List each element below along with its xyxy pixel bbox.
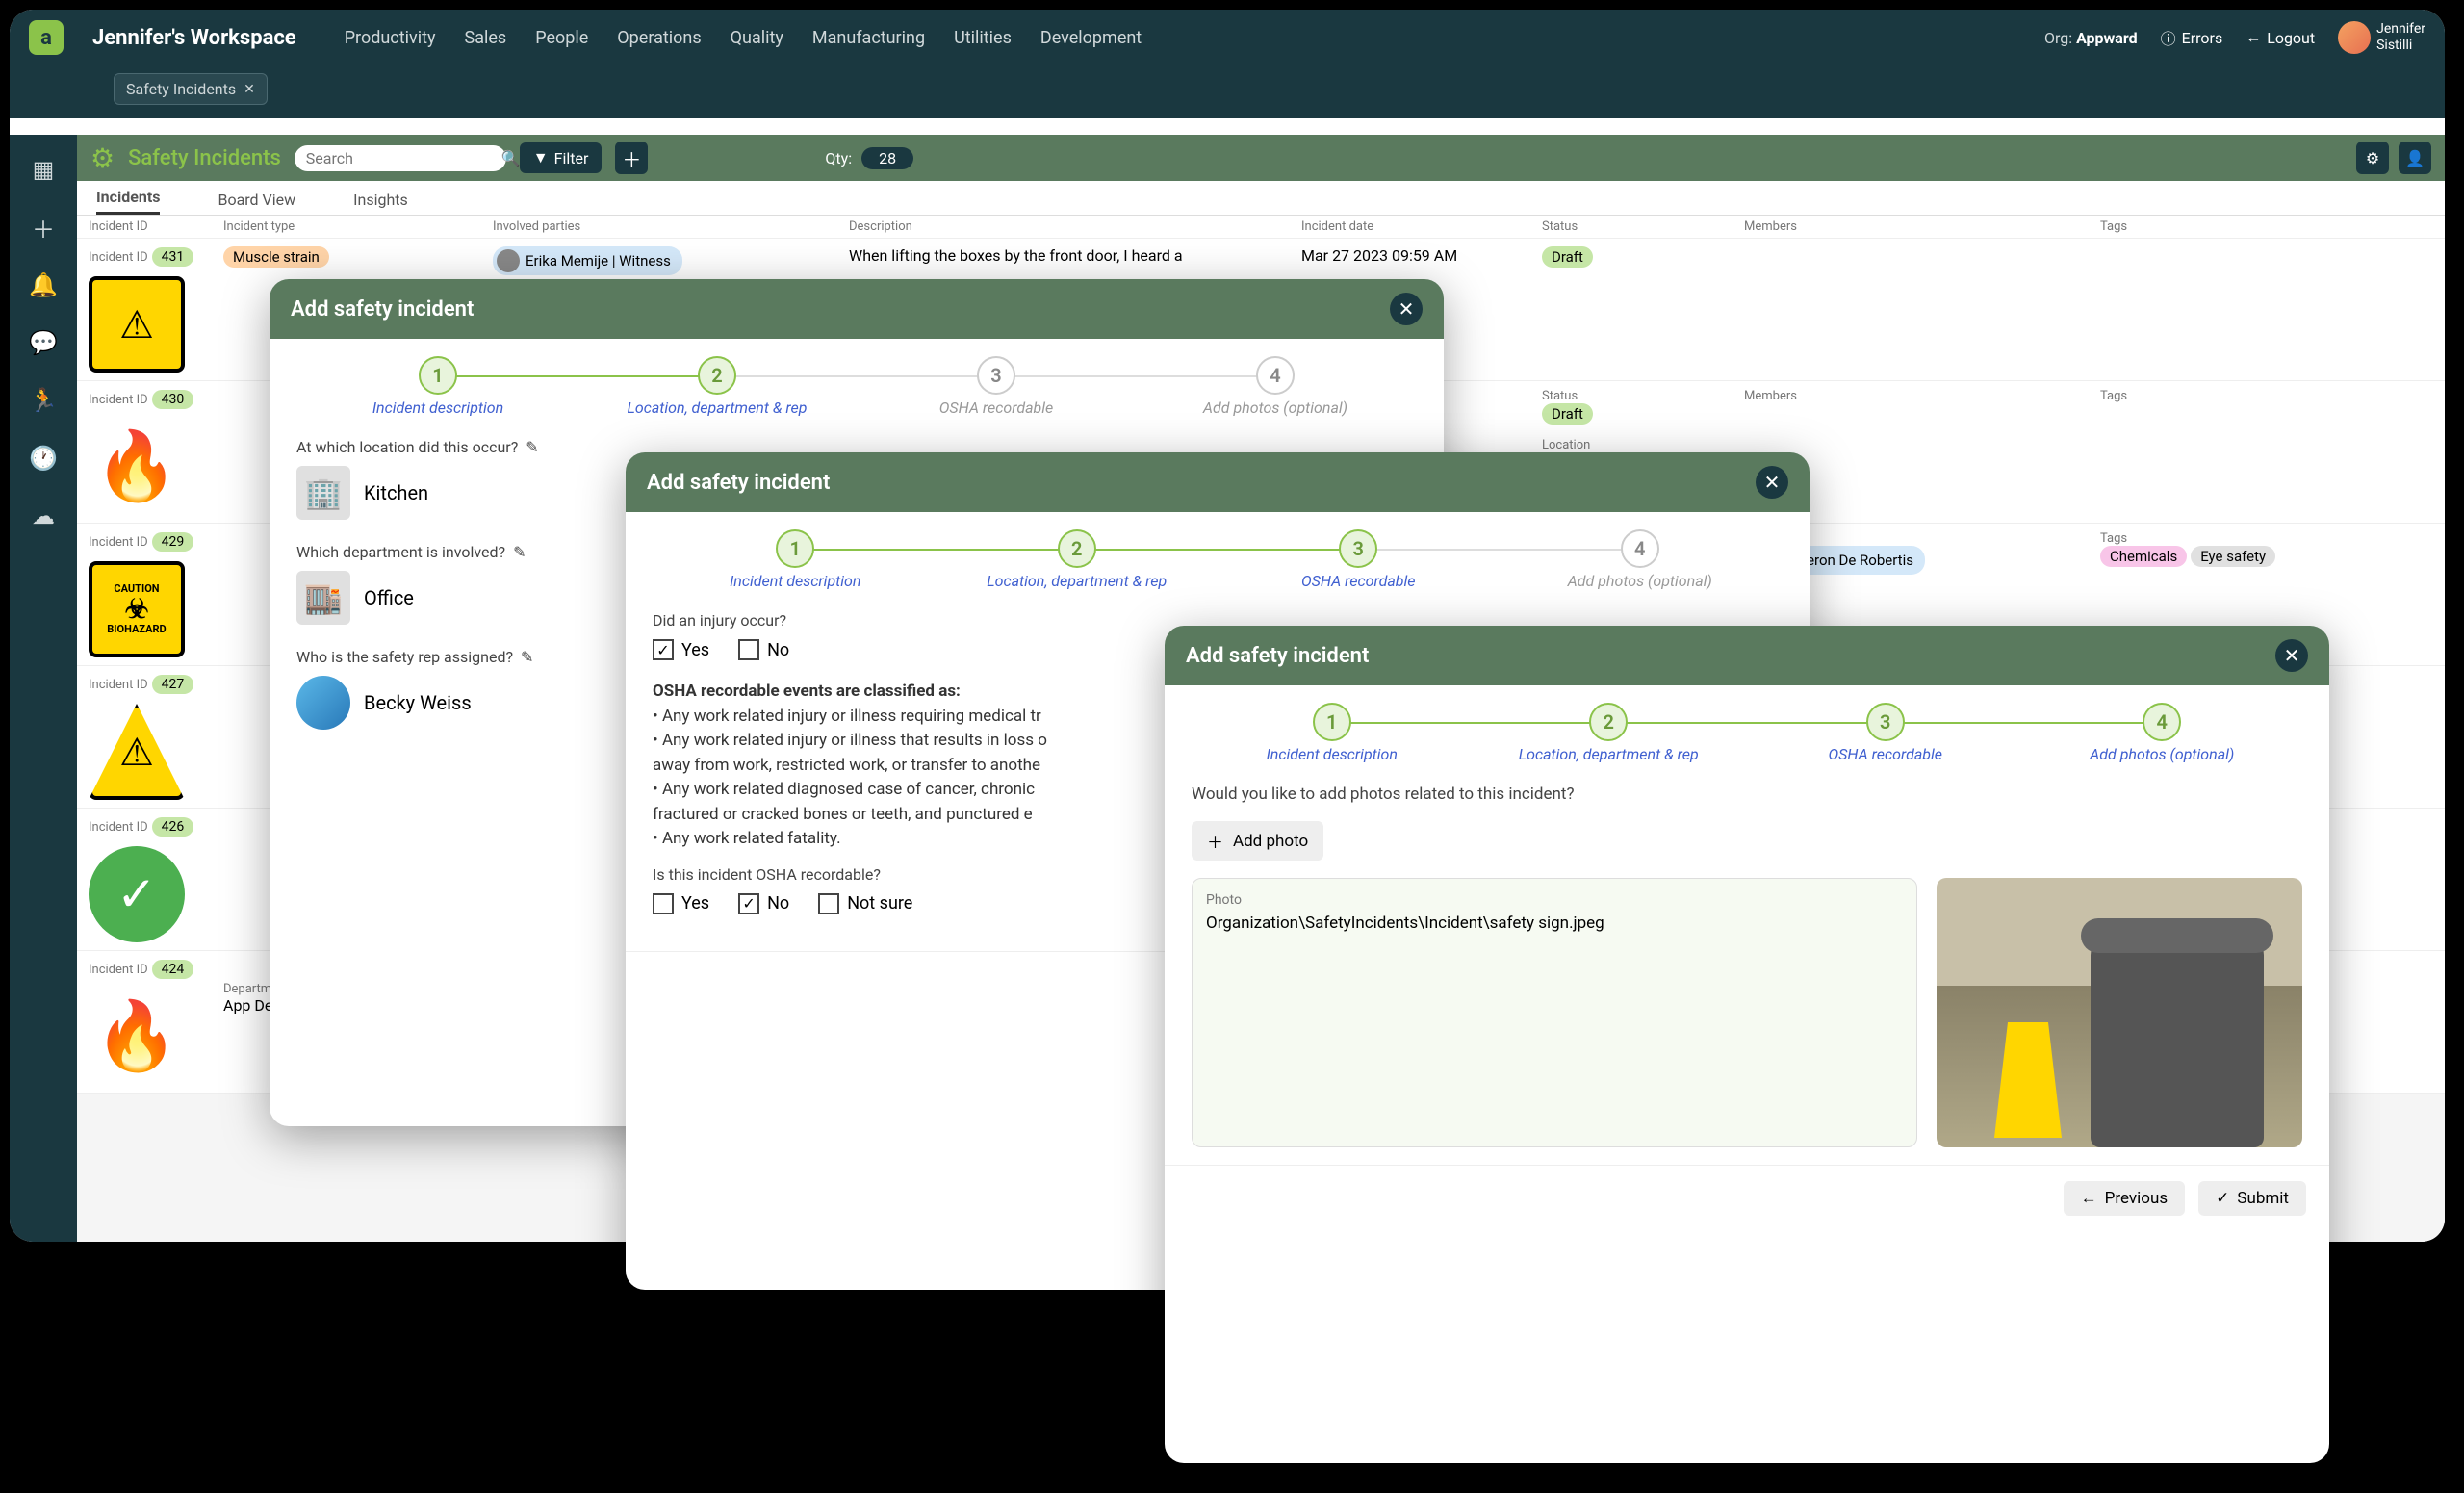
breadcrumb-bar: Safety Incidents ✕ xyxy=(10,65,2445,118)
errors-button[interactable]: ⓘErrors xyxy=(2161,26,2223,49)
edit-icon[interactable]: ✎ xyxy=(513,543,526,561)
photo-card[interactable]: Photo Organization\SafetyIncidents\Incid… xyxy=(1192,878,1917,1147)
filter-icon: ▼ xyxy=(533,148,549,167)
qty: Qty: 28 xyxy=(825,147,913,169)
bell-icon[interactable]: 🔔 xyxy=(28,270,59,300)
building-icon: 🏢 xyxy=(296,466,350,520)
rep-avatar xyxy=(296,676,350,730)
trash-can-icon xyxy=(2091,936,2264,1147)
office-icon: 🏬 xyxy=(296,571,350,625)
submit-button[interactable]: ✓Submit xyxy=(2198,1181,2306,1216)
check-icon: ✓ xyxy=(2216,1189,2229,1208)
settings-button[interactable]: ⚙ xyxy=(2356,142,2389,174)
stepper: 1 2 3 4 xyxy=(270,339,1444,399)
sidebar: ▦ ＋ 🔔 💬 🏃 🕐 ☁ xyxy=(10,135,77,1242)
cloud-icon[interactable]: ☁ xyxy=(28,501,59,531)
search-icon[interactable]: 🔍 xyxy=(501,149,521,167)
user-button[interactable]: 👤 xyxy=(2399,142,2431,174)
user-menu[interactable]: JenniferSistilli xyxy=(2338,21,2426,54)
checkbox-no[interactable] xyxy=(738,639,759,660)
clock-icon[interactable]: 🕐 xyxy=(28,443,59,474)
tabs: Incidents Board View Insights xyxy=(77,181,2445,216)
edit-icon[interactable]: ✎ xyxy=(521,648,533,666)
tab-board[interactable]: Board View xyxy=(218,191,295,215)
toolbar-title: Safety Incidents xyxy=(128,146,281,170)
modal-header: Add safety incident ✕ xyxy=(1165,626,2329,685)
close-icon[interactable]: ✕ xyxy=(244,82,255,97)
hazard-lifting-icon: ⚠ xyxy=(89,276,185,373)
back-icon: ← xyxy=(2246,28,2261,47)
gear-icon[interactable]: ⚙ xyxy=(90,142,115,174)
nav-manufacturing[interactable]: Manufacturing xyxy=(812,28,925,48)
checkbox-osha-yes[interactable] xyxy=(653,893,674,914)
hazard-safety-icon: ✓ xyxy=(89,846,185,942)
edit-icon[interactable]: ✎ xyxy=(526,438,538,456)
logo-icon[interactable]: a xyxy=(29,20,64,55)
topbar: a Jennifer's Workspace Productivity Sale… xyxy=(10,10,2445,65)
checkbox-yes[interactable]: ✓ xyxy=(653,639,674,660)
logout-button[interactable]: ←Logout xyxy=(2246,28,2315,47)
modal-header: Add safety incident ✕ xyxy=(626,452,1810,512)
search-box[interactable]: 🔍 xyxy=(295,145,506,171)
avatar xyxy=(2338,21,2371,54)
nav-utilities[interactable]: Utilities xyxy=(954,28,1012,48)
tab-incidents[interactable]: Incidents xyxy=(96,188,160,215)
photo-preview xyxy=(1937,878,2302,1147)
close-button[interactable]: ✕ xyxy=(2275,639,2308,672)
apps-icon[interactable]: ▦ xyxy=(28,154,59,185)
breadcrumb-chip[interactable]: Safety Incidents ✕ xyxy=(114,73,268,105)
wet-floor-sign-icon xyxy=(1994,1022,2062,1138)
nav-people[interactable]: People xyxy=(535,28,588,48)
hazard-slip-icon: ⚠ xyxy=(89,704,185,800)
filter-button[interactable]: ▼Filter xyxy=(520,142,603,173)
search-input[interactable] xyxy=(306,149,501,167)
hazard-fire-icon: 🔥 xyxy=(89,989,185,1085)
org-name: Appward xyxy=(2076,29,2138,47)
nav-operations[interactable]: Operations xyxy=(617,28,701,48)
modal-header: Add safety incident ✕ xyxy=(270,279,1444,339)
list-header: Incident ID Incident type Involved parti… xyxy=(77,216,2445,239)
hazard-fire-icon: 🔥 xyxy=(89,419,185,515)
nav-quality[interactable]: Quality xyxy=(731,28,783,48)
checkbox-osha-no[interactable]: ✓ xyxy=(738,893,759,914)
modal-step4: Add safety incident ✕ 1 2 3 4 Incident d… xyxy=(1165,626,2329,1463)
hazard-biohazard-icon: CAUTION☣BIOHAZARD xyxy=(89,561,185,657)
arrow-left-icon: ← xyxy=(2081,1189,2097,1208)
nav-links: Productivity Sales People Operations Qua… xyxy=(345,28,1142,48)
plus-icon: ＋ xyxy=(1207,829,1223,853)
checkbox-osha-notsure[interactable] xyxy=(818,893,839,914)
nav-productivity[interactable]: Productivity xyxy=(345,28,436,48)
info-icon: ⓘ xyxy=(2161,26,2176,49)
tab-insights[interactable]: Insights xyxy=(353,191,408,215)
add-icon[interactable]: ＋ xyxy=(28,212,59,243)
previous-button[interactable]: ←Previous xyxy=(2064,1181,2185,1216)
org-label: Org: xyxy=(2044,29,2072,47)
close-button[interactable]: ✕ xyxy=(1756,466,1788,499)
toolbar: ⚙ Safety Incidents 🔍 ▼Filter ＋ Qty: 28 ⚙… xyxy=(77,135,2445,181)
workspace-title: Jennifer's Workspace xyxy=(92,26,296,50)
nav-sales[interactable]: Sales xyxy=(465,28,507,48)
add-photo-button[interactable]: ＋Add photo xyxy=(1192,821,1323,861)
close-button[interactable]: ✕ xyxy=(1390,293,1423,325)
run-icon[interactable]: 🏃 xyxy=(28,385,59,416)
add-button[interactable]: ＋ xyxy=(615,142,648,174)
nav-development[interactable]: Development xyxy=(1040,28,1142,48)
topbar-right: Org: Appward ⓘErrors ←Logout JenniferSis… xyxy=(2044,21,2426,54)
chat-icon[interactable]: 💬 xyxy=(28,327,59,358)
